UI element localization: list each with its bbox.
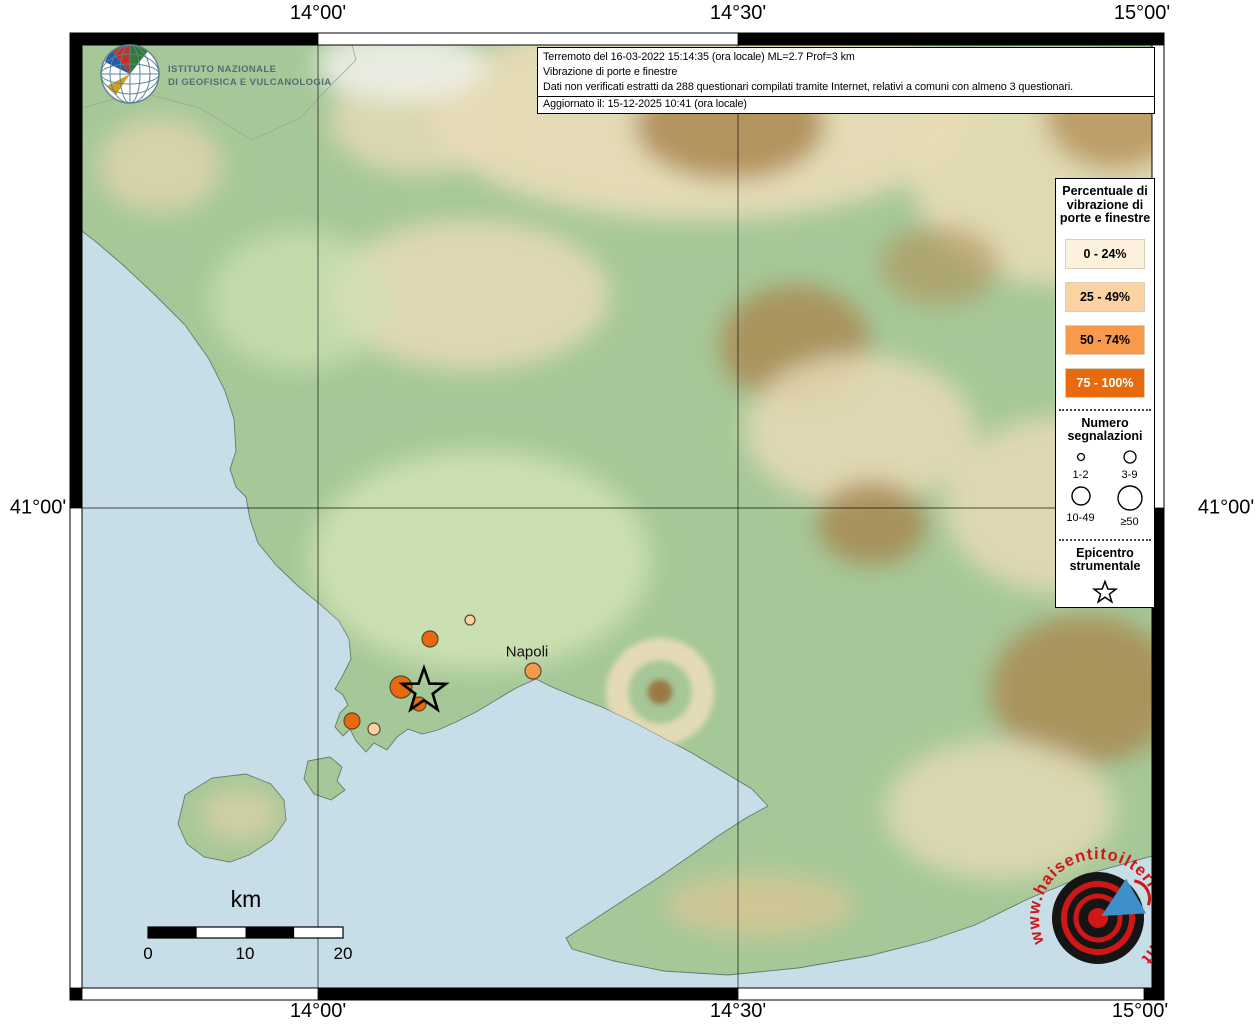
scale-tick-20: 20: [334, 944, 353, 964]
ingv-name-line1: ISTITUTO NAZIONALE: [168, 63, 332, 76]
legend-swatch-0-24: 0 - 24%: [1065, 239, 1145, 269]
legend-swatch-25-49: 25 - 49%: [1065, 282, 1145, 312]
ingv-name-line2: DI GEOFISICA E VULCANOLOGIA: [168, 76, 332, 89]
count-circle-3-9-icon: [1110, 448, 1150, 464]
felt-report-dot: [465, 615, 475, 625]
count-label: 10-49: [1056, 512, 1105, 524]
felt-report-dot: [344, 713, 360, 729]
legend-divider-1: [1059, 409, 1151, 411]
event-title: Terremoto del 16-03-2022 15:14:35 (ora l…: [543, 50, 1149, 65]
event-updated: Aggiornato il: 15-12-2025 10:41 (ora loc…: [538, 96, 1154, 112]
axis-label-top-14-30: 14°30': [710, 2, 766, 25]
legend-divider-2: [1059, 539, 1151, 541]
legend-count-classes: 1-2 3-9 10-49 ≥50: [1056, 446, 1154, 528]
city-label-napoli: Napoli: [506, 644, 549, 661]
count-class-3-9: 3-9: [1105, 446, 1154, 481]
legend-count-title: Numero segnalazioni: [1059, 417, 1151, 444]
legend-epicenter-title: Epicentro strumentale: [1059, 547, 1151, 574]
felt-report-dot: [368, 723, 380, 735]
scale-bar: [148, 927, 343, 938]
scale-tick-0: 0: [143, 944, 152, 964]
legend-swatch-75-100: 75 - 100%: [1065, 368, 1145, 398]
ingv-logo: ISTITUTO NAZIONALE DI GEOFISICA E VULCAN…: [168, 63, 332, 89]
felt-report-dot: [525, 663, 541, 679]
scale-unit-label: km: [231, 886, 262, 913]
epicenter-star-icon: [1091, 578, 1119, 606]
axis-label-bottom-14-00: 14°00': [290, 1000, 346, 1023]
legend-swatch-50-74: 50 - 74%: [1065, 325, 1145, 355]
count-class-50plus: ≥50: [1105, 481, 1154, 528]
felt-report-dot: [390, 676, 412, 698]
count-class-10-49: 10-49: [1056, 481, 1105, 528]
axis-label-bottom-15-00: 15°00': [1112, 1000, 1168, 1023]
count-label: 3-9: [1105, 469, 1154, 481]
axis-label-top-14-00: 14°00': [290, 2, 346, 25]
count-class-1-2: 1-2: [1056, 446, 1105, 481]
legend-panel: Percentuale di vibrazione di porte e fin…: [1055, 178, 1155, 608]
event-subtitle: Vibrazione di porte e finestre: [543, 65, 1149, 80]
ingv-globe-icon: [101, 45, 159, 103]
event-data-note: Dati non verificati estratti da 288 ques…: [543, 80, 1149, 95]
axis-label-left-41-00: 41°00': [10, 497, 66, 520]
scale-tick-10: 10: [236, 944, 255, 964]
count-circle-10-49-icon: [1061, 483, 1101, 507]
count-label: 1-2: [1056, 469, 1105, 481]
axis-label-right-41-00: 41°00': [1198, 497, 1254, 520]
count-circle-50plus-icon: [1110, 483, 1150, 511]
legend-percentage-title: Percentuale di vibrazione di porte e fin…: [1059, 185, 1151, 226]
count-circle-1-2-icon: [1061, 448, 1101, 464]
count-label: ≥50: [1105, 516, 1154, 528]
axis-label-bottom-14-30: 14°30': [710, 1000, 766, 1023]
axis-label-top-15-00: 15°00': [1114, 2, 1170, 25]
felt-report-dot: [422, 631, 438, 647]
event-info-box: Terremoto del 16-03-2022 15:14:35 (ora l…: [537, 47, 1155, 114]
